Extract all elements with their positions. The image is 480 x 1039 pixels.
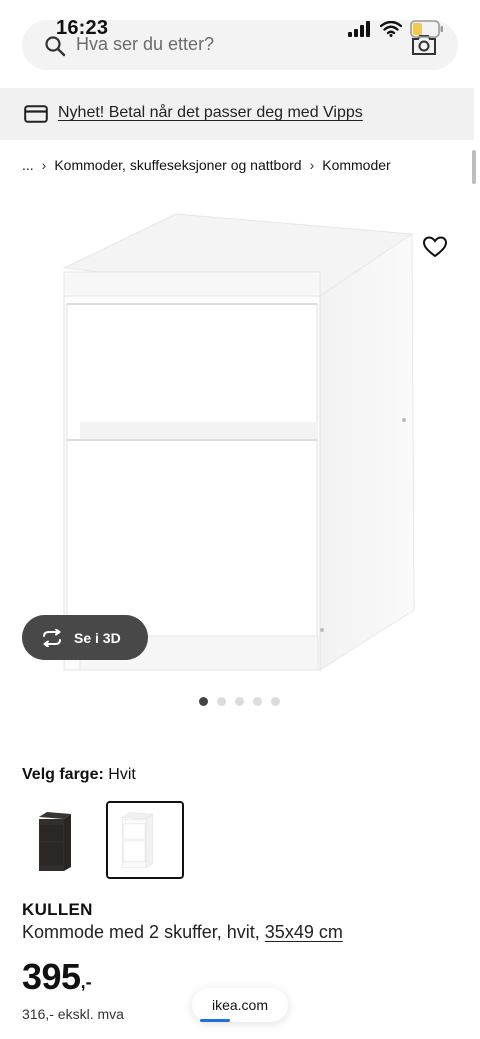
breadcrumb-item-more[interactable]: ... [22,157,34,173]
status-time: 16:23 [56,17,109,39]
product-description: Kommode med 2 skuffer, hvit, 35x49 cm [22,922,343,943]
product-size-link[interactable]: 35x49 cm [265,922,343,942]
rotate-3d-icon [43,628,61,647]
gallery-dot[interactable] [199,697,208,706]
promo-link[interactable]: Nyhet! Betal når det passer deg med Vipp… [58,104,363,122]
credit-card-icon [24,105,48,123]
color-label-title: Velg farge: [22,766,104,783]
price-suffix: ,- [80,972,92,992]
chevron-right-icon: › [41,157,47,173]
heart-icon[interactable] [422,235,448,259]
product-description-text: Kommode med 2 skuffer, hvit, [22,922,260,942]
gallery-pagination[interactable] [199,697,280,706]
gallery-dot[interactable] [253,697,262,706]
gallery-dot[interactable] [217,697,226,706]
browser-url-pill[interactable]: ikea.com [192,988,288,1022]
breadcrumb-item-category[interactable]: Kommoder, skuffeseksjoner og nattbord [54,157,301,173]
see-in-3d-button[interactable]: Se i 3D [22,615,148,660]
page-load-progress [200,1019,230,1022]
color-selected: Hvit [108,766,136,783]
see-in-3d-label: Se i 3D [74,629,121,646]
gallery-dot[interactable] [235,697,244,706]
color-swatch-white[interactable] [106,801,184,879]
chevron-right-icon: › [309,157,315,173]
color-label: Velg farge: Hvit [22,766,136,784]
battery-icon [410,20,443,38]
price-ex-vat: 316,- ekskl. mva [22,1006,124,1022]
status-icons [348,18,444,40]
signal-icon [348,21,370,37]
breadcrumb-item-current[interactable]: Kommoder [322,157,390,173]
price-value: 395 [22,956,81,997]
gallery-dot[interactable] [271,697,280,706]
promo-banner[interactable]: Nyhet! Betal når det passer deg med Vipp… [0,88,474,140]
color-swatch-black[interactable] [22,801,100,879]
scrollbar[interactable] [472,150,476,184]
breadcrumb: ... › Kommoder, skuffeseksjoner og nattb… [22,157,391,173]
product-name: KULLEN [22,900,93,919]
wifi-icon [380,21,402,37]
price: 395 ,- [22,956,92,998]
